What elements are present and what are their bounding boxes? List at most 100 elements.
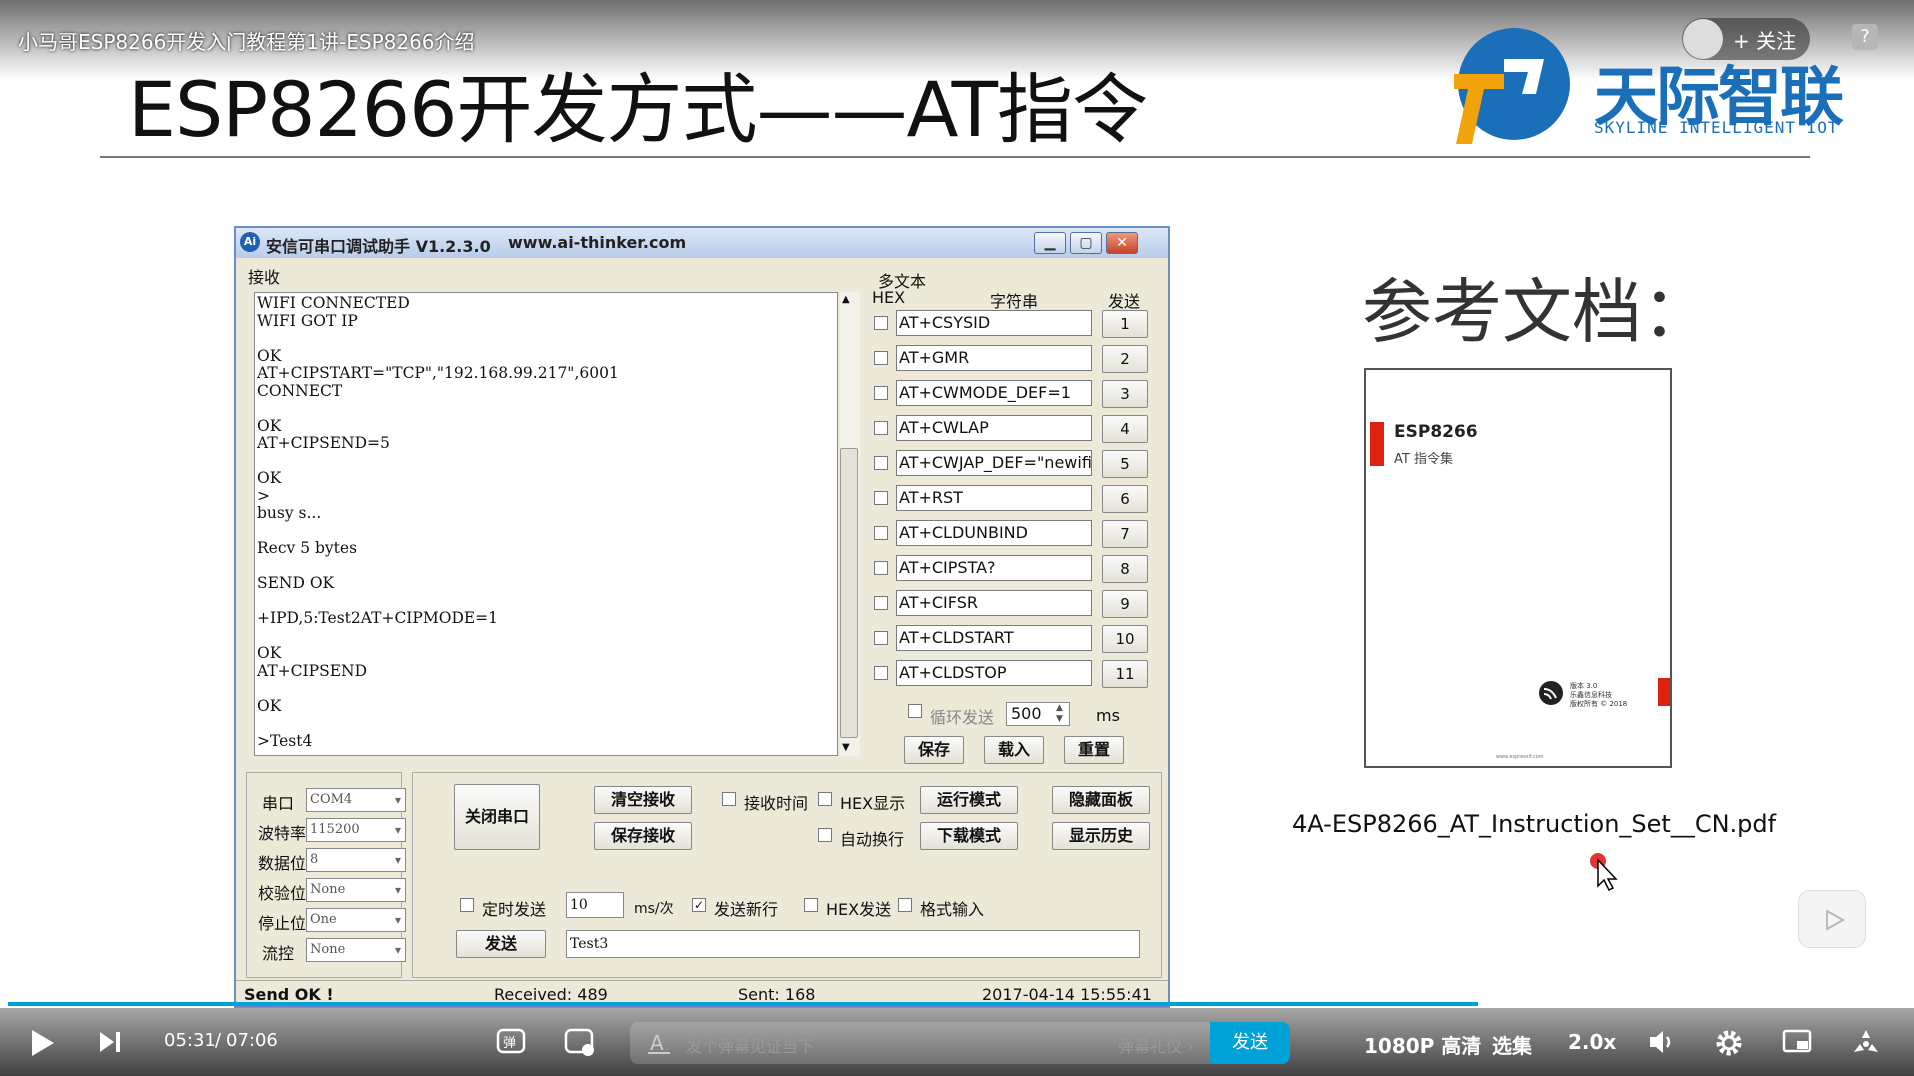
document-cover: ESP8266 AT 指令集 版本 3.0 乐鑫信息科技 版权所有 © 2018… <box>1364 368 1672 768</box>
save-receive-button[interactable]: 保存接收 <box>594 822 692 850</box>
load-button[interactable]: 载入 <box>984 736 1044 764</box>
loop-send-checkbox[interactable] <box>908 704 922 718</box>
command-input[interactable]: AT+CSYSID <box>896 310 1092 336</box>
help-icon[interactable]: ? <box>1852 24 1878 50</box>
command-send-button[interactable]: 8 <box>1102 555 1148 583</box>
command-send-button[interactable]: 7 <box>1102 520 1148 548</box>
show-history-button[interactable]: 显示历史 <box>1052 822 1150 850</box>
danmaku-toggle-icon[interactable]: 弹 <box>496 1026 528 1058</box>
avatar <box>1683 19 1723 59</box>
command-input[interactable]: AT+CLDUNBIND <box>896 520 1092 546</box>
picture-in-picture-icon[interactable] <box>1782 1028 1814 1056</box>
command-send-button[interactable]: 4 <box>1102 415 1148 443</box>
timed-interval-input[interactable]: 10 <box>566 892 624 918</box>
command-hex-checkbox[interactable] <box>874 351 888 365</box>
command-hex-checkbox[interactable] <box>874 386 888 400</box>
command-send-button[interactable]: 10 <box>1102 625 1148 653</box>
command-input[interactable]: AT+CLDSTART <box>896 625 1092 651</box>
command-input[interactable]: AT+CWMODE_DEF=1 <box>896 380 1092 406</box>
command-input[interactable]: AT+CIFSR <box>896 590 1092 616</box>
flow-select[interactable]: None <box>306 938 406 962</box>
command-input[interactable]: AT+GMR <box>896 345 1092 371</box>
reset-button[interactable]: 重置 <box>1064 736 1124 764</box>
send-column-label: 发送 <box>1108 292 1141 311</box>
clear-receive-button[interactable]: 清空接收 <box>594 786 692 814</box>
command-hex-checkbox[interactable] <box>874 456 888 470</box>
command-hex-checkbox[interactable] <box>874 596 888 610</box>
port-select[interactable]: COM4 <box>306 788 406 812</box>
close-icon[interactable]: ✕ <box>1106 232 1138 254</box>
danmaku-send-button[interactable]: 发送 <box>1210 1022 1290 1064</box>
speed-button[interactable]: 2.0x <box>1568 1030 1616 1054</box>
timed-send-label: 定时发送 <box>482 900 547 919</box>
follow-button[interactable]: + 关注 <box>1682 18 1810 60</box>
send-button[interactable]: 发送 <box>456 930 546 958</box>
interval-spinner-icon[interactable]: ▲ ▼ <box>1056 703 1063 725</box>
command-hex-checkbox[interactable] <box>874 491 888 505</box>
time-separator: / <box>215 1030 222 1051</box>
espressif-logo-icon <box>1539 681 1563 705</box>
scroll-up-icon[interactable]: ▲ <box>842 294 850 305</box>
quality-button[interactable]: 1080P 高清 <box>1364 1030 1481 1059</box>
command-hex-checkbox[interactable] <box>874 631 888 645</box>
maximize-button[interactable]: ▢ <box>1070 232 1102 254</box>
danmaku-settings-icon[interactable] <box>564 1026 596 1058</box>
command-send-button[interactable]: 5 <box>1102 450 1148 478</box>
command-send-button[interactable]: 3 <box>1102 380 1148 408</box>
logo-subtext: SKYLINE INTELLIGENT IOT <box>1594 118 1839 137</box>
send-text-input[interactable]: Test3 <box>566 930 1140 958</box>
download-mode-button[interactable]: 下载模式 <box>920 822 1018 850</box>
command-send-button[interactable]: 6 <box>1102 485 1148 513</box>
follow-label: + 关注 <box>1733 28 1797 53</box>
cover-title: ESP8266 <box>1394 422 1478 442</box>
command-input[interactable]: AT+CWLAP <box>896 415 1092 441</box>
volume-icon[interactable] <box>1648 1028 1678 1056</box>
timed-send-checkbox[interactable] <box>460 898 474 912</box>
fullscreen-icon[interactable] <box>1850 1026 1882 1058</box>
send-newline-checkbox[interactable]: ✓ <box>692 898 706 912</box>
auto-wrap-checkbox[interactable] <box>818 828 832 842</box>
danmaku-etiquette-link[interactable]: 弹幕礼仪 › <box>1118 1033 1194 1057</box>
baud-select[interactable]: 115200 <box>306 818 406 842</box>
run-mode-button[interactable]: 运行模式 <box>920 786 1018 814</box>
scroll-down-icon[interactable]: ▼ <box>842 742 850 753</box>
command-input[interactable]: AT+CWJAP_DEF="newifi_ <box>896 450 1092 476</box>
command-send-button[interactable]: 1 <box>1102 310 1148 338</box>
hex-show-checkbox[interactable] <box>818 792 832 806</box>
play-icon[interactable] <box>28 1028 56 1058</box>
receive-textarea[interactable]: WIFI CONNECTED WIFI GOT IP OK AT+CIPSTAR… <box>254 292 838 756</box>
command-send-button[interactable]: 9 <box>1102 590 1148 618</box>
ms-label: ms <box>1096 706 1120 725</box>
command-hex-checkbox[interactable] <box>874 421 888 435</box>
hide-panel-button[interactable]: 隐藏面板 <box>1052 786 1150 814</box>
minimize-button[interactable]: ▁ <box>1034 232 1066 254</box>
save-button[interactable]: 保存 <box>904 736 964 764</box>
command-send-button[interactable]: 2 <box>1102 345 1148 373</box>
parity-select[interactable]: None <box>306 878 406 902</box>
command-input[interactable]: AT+CLDSTOP <box>896 660 1092 686</box>
svg-text:弹: 弹 <box>503 1036 516 1051</box>
command-hex-checkbox[interactable] <box>874 526 888 540</box>
recv-time-checkbox[interactable] <box>722 792 736 806</box>
databits-select[interactable]: 8 <box>306 848 406 872</box>
episodes-button[interactable]: 选集 <box>1492 1030 1532 1059</box>
skyline-logo-icon <box>1454 28 1570 144</box>
window-title: 安信可串口调试助手 V1.2.3.0 <box>266 237 491 256</box>
stopbits-select[interactable]: One <box>306 908 406 932</box>
next-icon[interactable] <box>98 1030 122 1054</box>
hex-send-checkbox[interactable] <box>804 898 818 912</box>
command-input[interactable]: AT+CIPSTA? <box>896 555 1092 581</box>
command-hex-checkbox[interactable] <box>874 561 888 575</box>
mini-player-button[interactable] <box>1798 890 1866 948</box>
command-input[interactable]: AT+RST <box>896 485 1092 511</box>
document-filename[interactable]: 4A-ESP8266_AT_Instruction_Set__CN.pdf <box>1292 810 1776 838</box>
command-send-button[interactable]: 11 <box>1102 660 1148 688</box>
font-style-icon[interactable]: A <box>648 1032 670 1054</box>
close-port-button[interactable]: 关闭串口 <box>454 784 540 850</box>
format-input-checkbox[interactable] <box>898 898 912 912</box>
command-hex-checkbox[interactable] <box>874 666 888 680</box>
settings-gear-icon[interactable] <box>1714 1028 1744 1058</box>
scrollbar-thumb[interactable] <box>840 448 858 738</box>
command-hex-checkbox[interactable] <box>874 316 888 330</box>
auto-wrap-label: 自动换行 <box>840 830 905 849</box>
